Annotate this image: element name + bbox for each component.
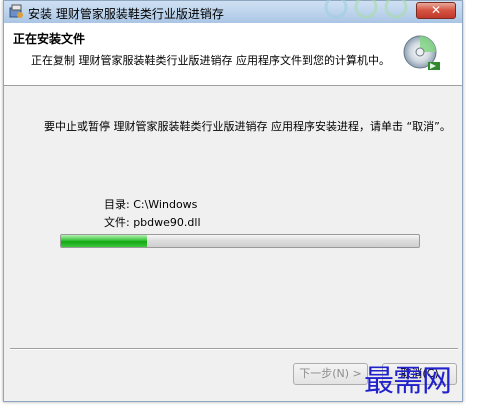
footer-divider — [10, 348, 458, 349]
titlebar-decoration — [324, 0, 408, 19]
wizard-header: 正在安装文件 正在复制 理财管家服装鞋类行业版进销存 应用程序文件到您的计算机中… — [4, 23, 462, 86]
title-bar[interactable]: 安装 理财管家服装鞋类行业版进销存 ✕ — [4, 0, 462, 23]
cancel-instructions: 要中止或暂停 理财管家服装鞋类行业版进销存 应用程序安装进程，请单击 “取消”。 — [44, 120, 451, 133]
current-file: 文件: pbdwe90.dll — [104, 216, 201, 229]
installer-app-icon — [9, 4, 23, 18]
window-title: 安装 理财管家服装鞋类行业版进销存 — [28, 7, 224, 21]
next-button[interactable]: 下一步(N) > — [293, 363, 368, 385]
progress-fill — [61, 235, 147, 247]
install-progress-bar — [60, 234, 420, 248]
close-icon: ✕ — [430, 3, 442, 17]
installer-window: 安装 理财管家服装鞋类行业版进销存 ✕ 正在安装文件 正在复制 理财管家服装鞋类… — [3, 0, 463, 402]
cd-disc-icon — [403, 35, 440, 70]
destination-directory: 目录: C:\Windows — [104, 198, 198, 211]
close-button[interactable]: ✕ — [416, 2, 456, 19]
watermark-logo: 最需网 — [364, 364, 452, 399]
page-subtitle: 正在复制 理财管家服装鞋类行业版进销存 应用程序文件到您的计算机中。 — [31, 54, 390, 67]
page-title: 正在安装文件 — [13, 32, 86, 46]
